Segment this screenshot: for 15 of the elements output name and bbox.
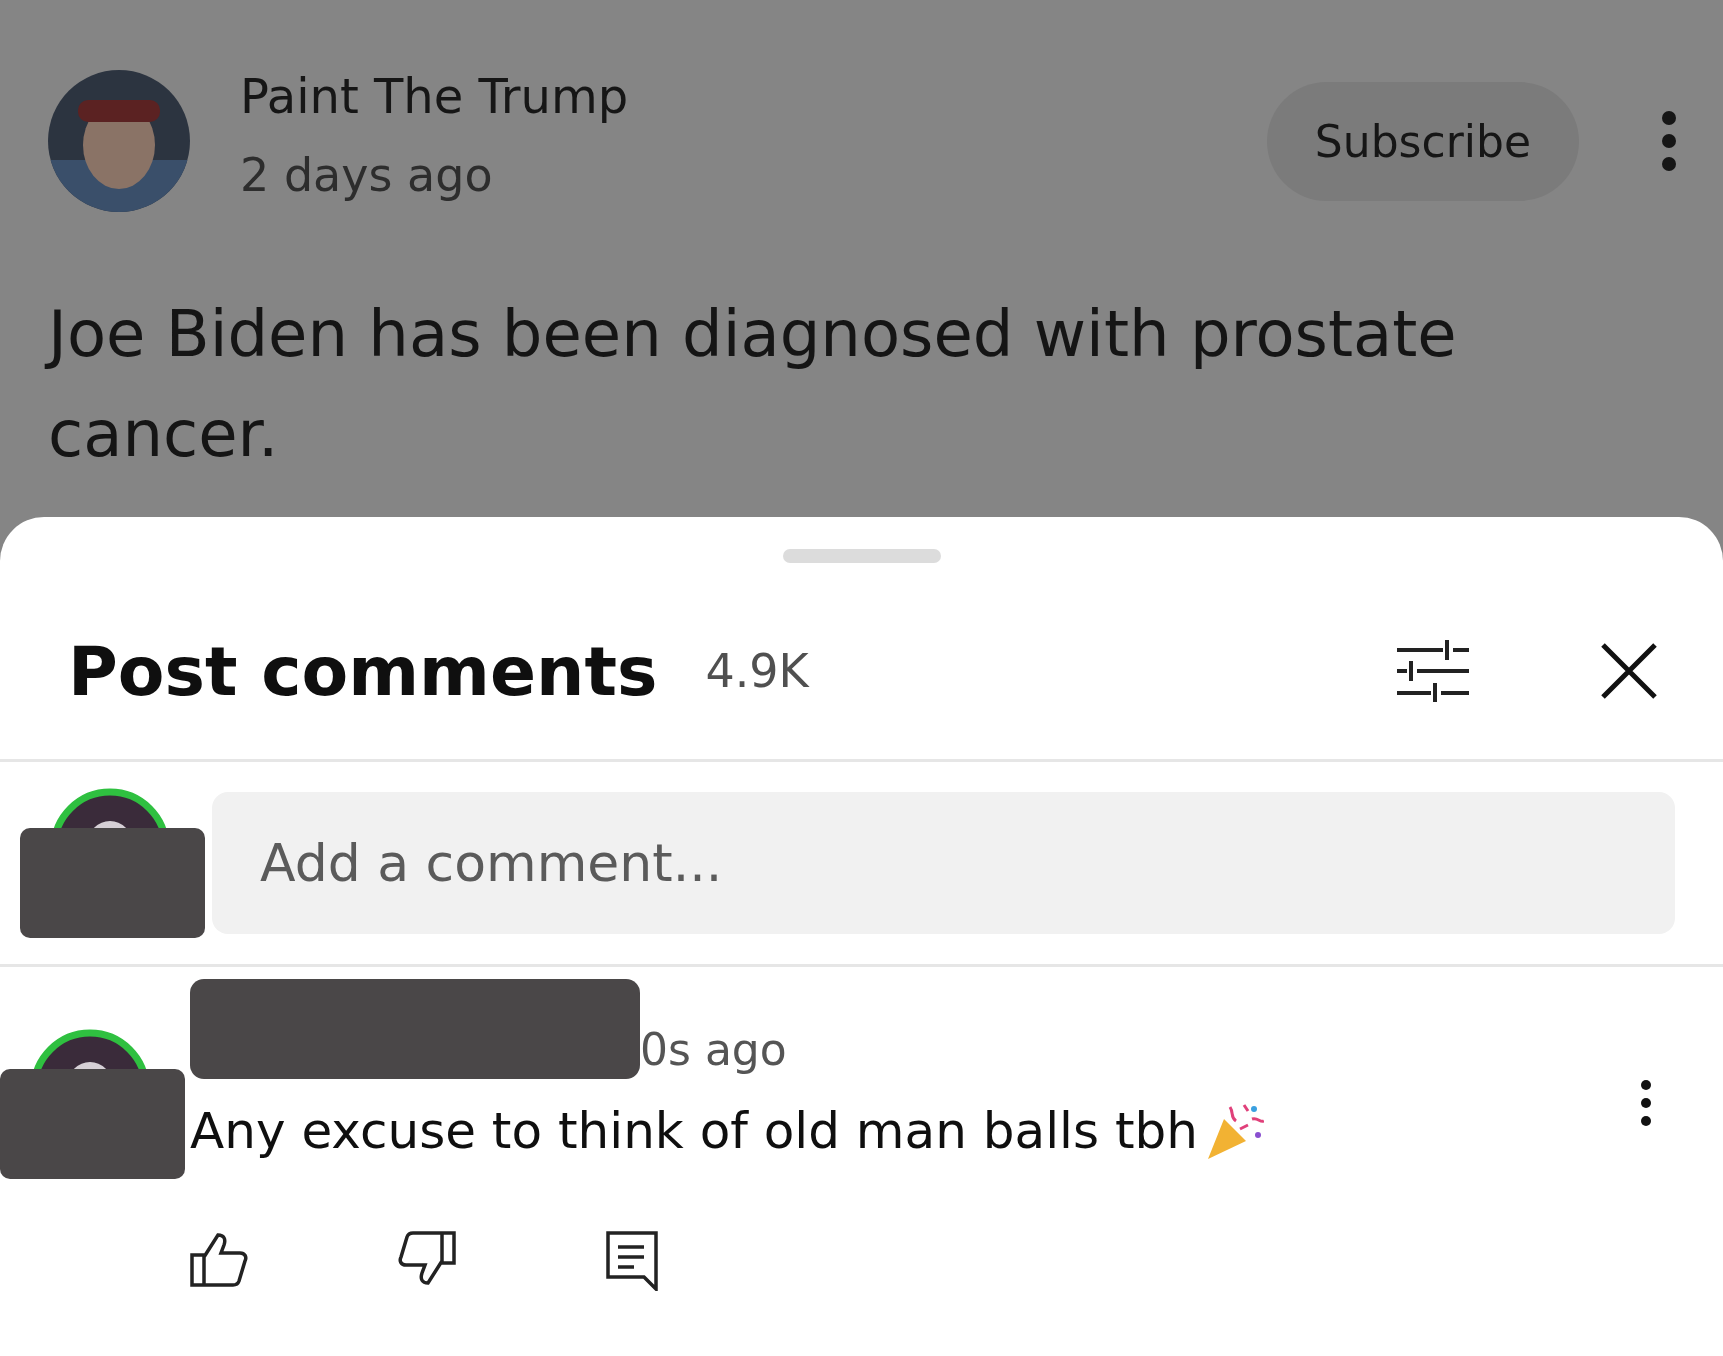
channel-name[interactable]: Paint The Trump — [240, 68, 1267, 124]
more-icon[interactable] — [1639, 1079, 1653, 1127]
comment-field[interactable]: Add a comment... — [212, 792, 1675, 934]
sheet-title: Post comments — [68, 631, 658, 711]
subscribe-button[interactable]: Subscribe — [1266, 81, 1579, 201]
reply-icon[interactable] — [606, 1231, 658, 1291]
comment-text: Any excuse to think of old man balls tbh — [190, 1102, 1198, 1160]
like-icon[interactable] — [190, 1231, 248, 1287]
filter-icon[interactable] — [1395, 638, 1471, 704]
dislike-icon[interactable] — [398, 1231, 456, 1287]
close-icon[interactable] — [1599, 641, 1659, 701]
comment-count: 4.9K — [705, 644, 809, 698]
drag-handle[interactable] — [782, 549, 941, 563]
post-time: 2 days ago — [240, 148, 494, 202]
comment-time: 0s ago — [640, 1024, 787, 1075]
